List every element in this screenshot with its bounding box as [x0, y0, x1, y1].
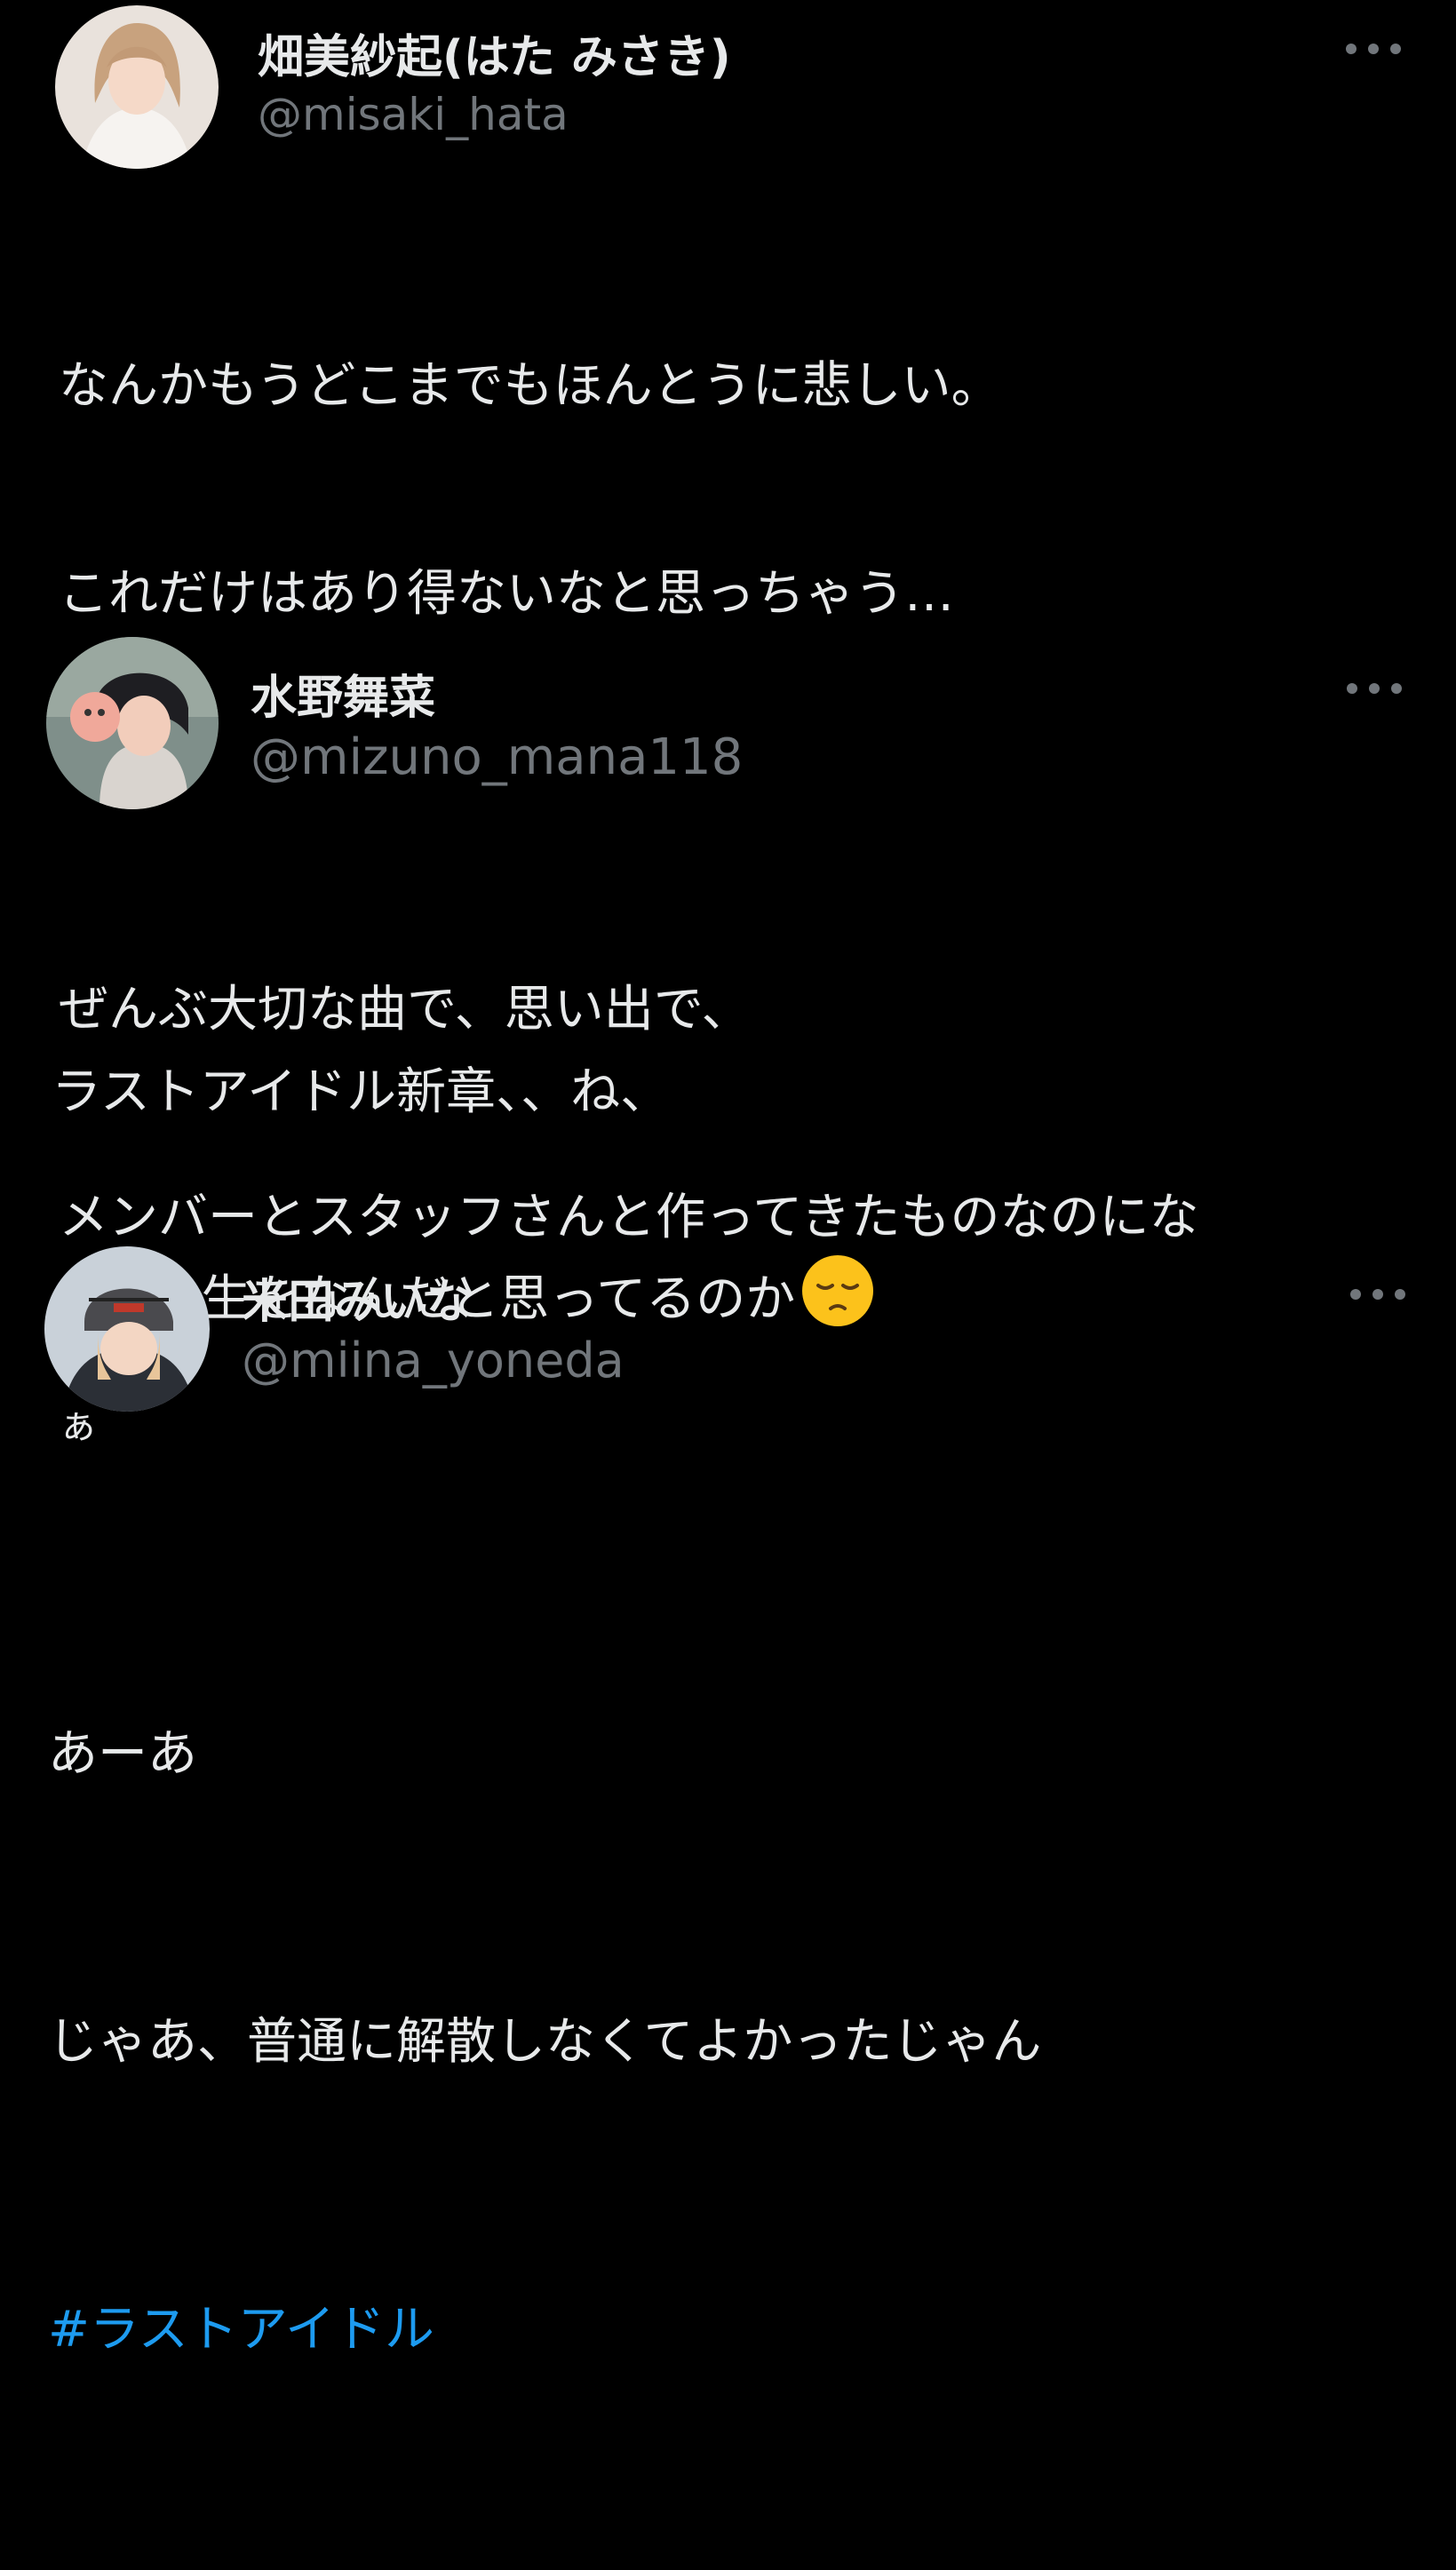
handle[interactable]: @miina_yoneda: [242, 1333, 625, 1388]
tweet-1: 畑美紗起(はた みさき) @misaki_hata なんかもうどこまでもほんとう…: [0, 0, 1456, 1448]
avatar[interactable]: [44, 1246, 210, 1412]
tweet-2: 水野舞菜 @mizuno_mana118 ラストアイドル新章、、ね、 人の人生を…: [0, 635, 1456, 1328]
handle[interactable]: @misaki_hata: [258, 89, 569, 140]
text-line: これだけはあり得ないなと思っちゃう…: [59, 565, 954, 623]
tweet-3: 米田みいな @miina_yoneda あーあ じゃあ、普通に解散しなくてよかっ…: [0, 1239, 1456, 2359]
text-line: あーあ: [48, 1725, 197, 1783]
display-name[interactable]: 米田みいな: [242, 1264, 473, 1331]
more-options-icon[interactable]: [1346, 40, 1401, 58]
more-options-icon[interactable]: [1347, 680, 1402, 697]
text-line: なんかもうどこまでもほんとうに悲しい。: [59, 357, 1001, 415]
more-options-icon[interactable]: [1350, 1285, 1405, 1303]
text-line: じゃあ、普通に解散しなくてよかったじゃん: [48, 2013, 1042, 2071]
tweet-text: あーあ じゃあ、普通に解散しなくてよかったじゃん #ラストアイドル: [48, 1515, 1041, 2570]
display-name[interactable]: 畑美紗起(はた みさき): [258, 20, 731, 86]
hashtag-link[interactable]: #ラストアイドル: [48, 2282, 1041, 2378]
avatar[interactable]: [55, 5, 219, 169]
avatar[interactable]: [46, 637, 219, 809]
handle[interactable]: @mizuno_mana118: [251, 728, 743, 786]
display-name[interactable]: 水野舞菜: [251, 660, 435, 727]
